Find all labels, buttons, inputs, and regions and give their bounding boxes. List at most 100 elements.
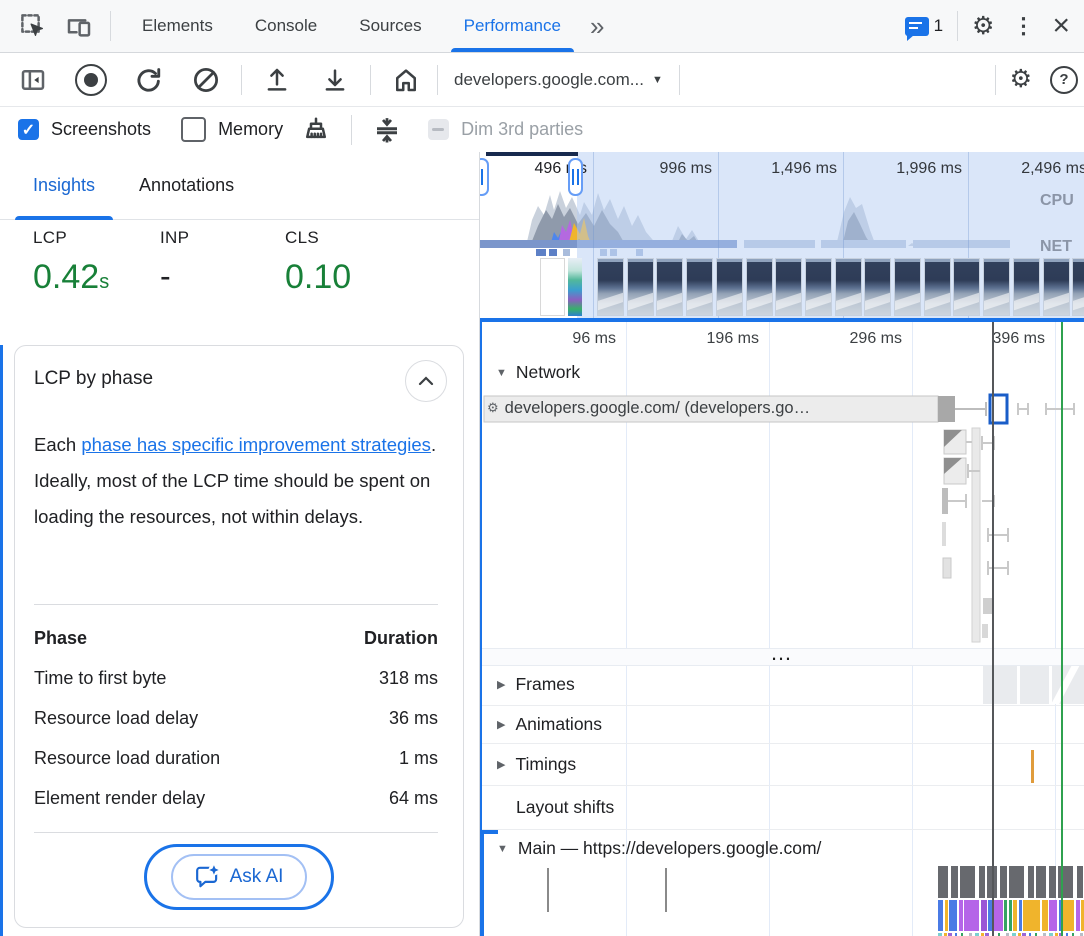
record-icon[interactable] (75, 64, 107, 96)
close-devtools-icon[interactable]: × (1052, 11, 1070, 41)
filmstrip-frame[interactable] (1013, 258, 1040, 316)
ask-ai-button[interactable]: Ask AI (144, 844, 334, 910)
metric-cls[interactable]: CLS 0.10 (285, 228, 351, 297)
net-track-label: NET (1040, 238, 1084, 256)
filmstrip-blank-frame[interactable] (540, 258, 565, 316)
collapse-card-button[interactable] (405, 360, 447, 402)
track-label: Frames (515, 674, 574, 695)
divider (241, 65, 242, 95)
filmstrip-frame[interactable] (597, 258, 624, 316)
collapse-tracks-icon[interactable] (372, 115, 402, 145)
upload-profile-icon[interactable] (262, 65, 292, 95)
divider (995, 65, 996, 95)
download-profile-icon[interactable] (320, 65, 350, 95)
network-request-row[interactable]: ⚙ developers.google.com/ (developers.go… (487, 396, 931, 420)
more-tabs-icon[interactable]: » (582, 11, 609, 42)
device-toolbar-icon[interactable] (64, 11, 94, 41)
chevron-right-icon: ▶ (497, 718, 505, 731)
filmstrip-frame[interactable] (686, 258, 713, 316)
network-section-label: Network (516, 362, 580, 383)
main-track-label: Main — https://developers.google.com/ (518, 838, 822, 859)
card-title: LCP by phase (34, 368, 153, 390)
overview-time-label: 1,496 ms (737, 160, 837, 178)
screenshots-label: Screenshots (51, 119, 151, 140)
filmstrip-frame[interactable] (924, 258, 951, 316)
lcp-marker-line (1061, 322, 1063, 936)
lcp-by-phase-card: LCP by phase Each phase has specific imp… (14, 345, 464, 928)
memory-checkbox[interactable] (181, 117, 206, 142)
tab-performance[interactable]: Performance (443, 0, 582, 52)
filmstrip-frame[interactable] (983, 258, 1010, 316)
dim-3rd-parties-checkbox[interactable] (428, 119, 449, 140)
flame-segment (1009, 900, 1012, 931)
chevron-down-icon: ▼ (652, 74, 663, 86)
home-icon[interactable] (391, 65, 421, 95)
metric-lcp[interactable]: LCP 0.42s (33, 228, 160, 297)
filmstrip-frame[interactable] (775, 258, 802, 316)
tab-sources[interactable]: Sources (338, 0, 442, 52)
ruler-time-label: 96 ms (506, 330, 616, 348)
capture-settings-gear-icon[interactable]: ⚙ (1010, 67, 1032, 92)
core-web-vitals: LCP 0.42s INP - CLS 0.10 (33, 228, 351, 297)
timing-marker[interactable] (1031, 750, 1034, 783)
phase-strategies-link[interactable]: phase has specific improvement strategie… (81, 434, 431, 455)
filmstrip-frame[interactable] (864, 258, 891, 316)
filmstrip-frame[interactable] (716, 258, 743, 316)
more-options-icon[interactable]: ⋮ (1012, 15, 1034, 37)
filmstrip-frame[interactable] (894, 258, 921, 316)
divider (34, 832, 438, 833)
settings-gear-icon[interactable]: ⚙ (972, 14, 994, 39)
flame-segment (964, 900, 979, 931)
window-left-handle[interactable] (480, 158, 489, 196)
overview-time-label: 2,496 ms (987, 160, 1084, 178)
inspect-element-icon[interactable] (18, 11, 48, 41)
reload-and-record-icon[interactable] (134, 65, 164, 95)
garbage-collect-brush-icon[interactable] (301, 115, 331, 145)
filmstrip-frame[interactable] (835, 258, 862, 316)
frame-thumbnail[interactable] (1052, 666, 1084, 704)
screenshots-checkbox[interactable]: ✓ (18, 119, 39, 140)
tab-elements[interactable]: Elements (121, 0, 234, 52)
selected-insight-indicator (0, 345, 3, 936)
frame-thumbnail[interactable] (983, 666, 1017, 704)
flame-segment (1013, 900, 1017, 931)
performance-toolbar: developers.google.com... ▼ ⚙ ? (0, 53, 1084, 107)
flame-segment (1019, 900, 1022, 931)
filmstrip-frame[interactable] (805, 258, 832, 316)
network-section-toggle[interactable]: ▼ Network (496, 362, 580, 383)
filmstrip-frame[interactable] (1072, 258, 1084, 316)
filmstrip-frame[interactable] (1043, 258, 1070, 316)
feedback-button[interactable]: 1 (905, 16, 943, 36)
flame-segment (1042, 900, 1048, 931)
filmstrip-frame[interactable] (746, 258, 773, 316)
dim-3rd-parties-label: Dim 3rd parties (461, 119, 583, 140)
filmstrip-frame[interactable] (656, 258, 683, 316)
timeline-details[interactable]: 96 ms 196 ms 296 ms 396 ms ▼ Network (480, 322, 1084, 936)
track-main-toggle[interactable]: ▼ Main — https://developers.google.com/ (497, 838, 821, 859)
toggle-sidebar-icon[interactable] (18, 65, 48, 95)
chevron-right-icon: ▶ (497, 758, 505, 771)
flame-segment (1049, 900, 1057, 931)
window-right-handle[interactable] (568, 158, 583, 196)
metric-inp[interactable]: INP - (160, 228, 285, 297)
table-row: Resource load delay36 ms (34, 698, 438, 738)
panel-left-border (480, 322, 482, 936)
track-label: Timings (515, 754, 576, 775)
filmstrip-paint-frame[interactable] (568, 258, 582, 316)
filmstrip-frame[interactable] (627, 258, 654, 316)
tab-insights[interactable]: Insights (33, 152, 95, 220)
feedback-bubble-icon (905, 17, 929, 36)
table-row: Time to first byte318 ms (34, 658, 438, 698)
tab-console[interactable]: Console (234, 0, 338, 52)
filmstrip-frame[interactable] (953, 258, 980, 316)
timeline-overview[interactable]: 496 ms 996 ms 1,496 ms 1,996 ms 2,496 ms… (480, 152, 1084, 322)
selection-window-top (486, 152, 578, 156)
help-icon[interactable]: ? (1050, 66, 1078, 94)
clear-icon[interactable] (191, 65, 221, 95)
tab-annotations[interactable]: Annotations (139, 152, 234, 220)
flame-segment (1063, 900, 1074, 931)
cpu-track-label: CPU (1040, 192, 1084, 210)
frame-thumbnail[interactable] (1020, 666, 1049, 704)
page-url: developers.google.com... (454, 70, 644, 90)
page-url-selector[interactable]: developers.google.com... ▼ (454, 70, 663, 90)
